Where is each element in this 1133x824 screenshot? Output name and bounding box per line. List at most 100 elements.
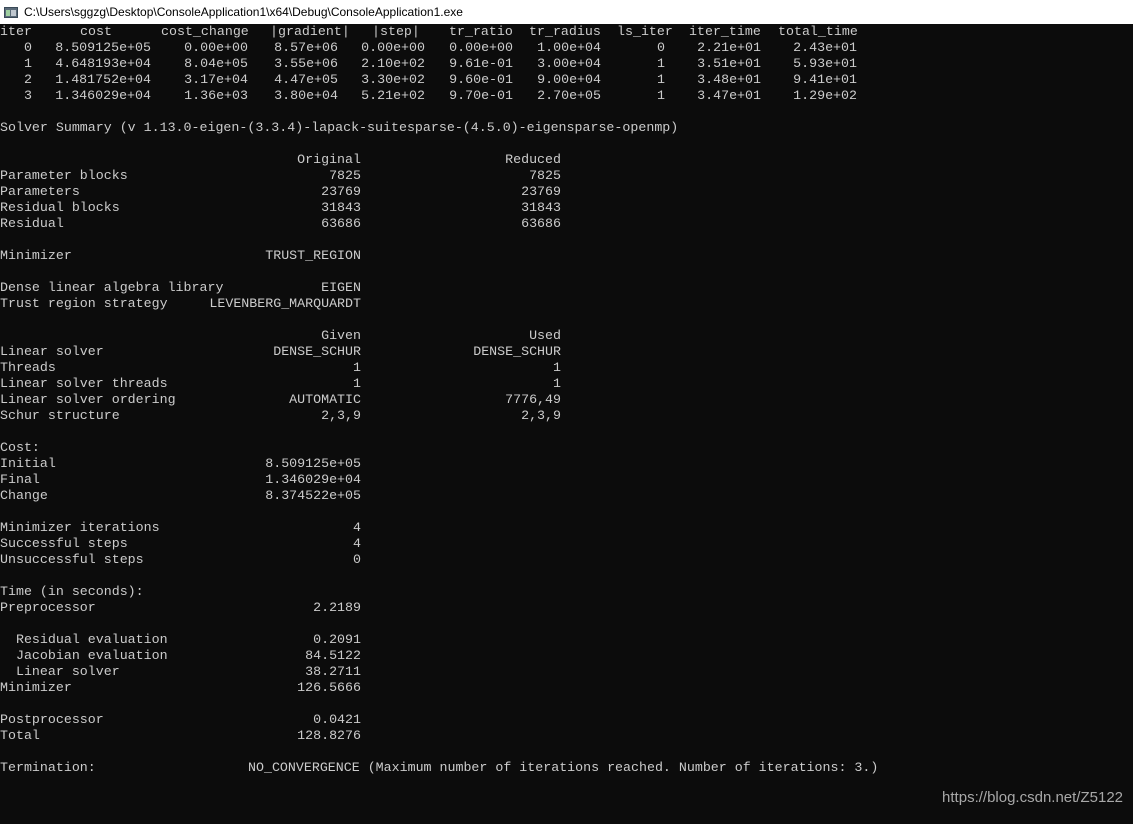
size-row-reduced: 63686 <box>521 216 561 231</box>
cell-ls-iter: 1 <box>657 72 665 87</box>
cell-gradient: 3.80e+04 <box>274 88 338 103</box>
header-cost-change: cost_change <box>161 24 249 39</box>
cell-iter: 3 <box>24 88 32 103</box>
header-iter: iter <box>0 24 32 39</box>
header-ls-iter: ls_iter <box>617 24 673 39</box>
preprocessor-label: Preprocessor <box>0 600 96 615</box>
iteration-summary-row-value: 0 <box>353 552 361 567</box>
solver-row-used: 2,3,9 <box>521 408 561 423</box>
solver-row-given: 1 <box>353 360 361 375</box>
dense-lib-value: EIGEN <box>321 280 361 295</box>
solver-row: Linear solver ordering AUTOMATIC 7776,49 <box>0 392 1133 408</box>
trust-strategy-row: Trust region strategy LEVENBERG_MARQUARD… <box>0 296 1133 312</box>
console-output[interactable]: iter cost cost_change |gradient| |step| … <box>0 24 1133 816</box>
termination-label: Termination: <box>0 760 96 775</box>
size-row-original: 23769 <box>321 184 361 199</box>
window-titlebar[interactable]: C:\Users\sggzg\Desktop\ConsoleApplicatio… <box>0 0 1133 24</box>
iteration-summary-row: Successful steps 4 <box>0 536 1133 552</box>
cell-cost-change: 8.04e+05 <box>184 56 248 71</box>
header-reduced: Reduced <box>505 152 561 167</box>
preprocessor-value: 2.2189 <box>313 600 361 615</box>
solver-row: Schur structure 2,3,9 2,3,9 <box>0 408 1133 424</box>
cell-tr-radius: 2.70e+05 <box>537 88 601 103</box>
cost-row-label: Change <box>0 488 48 503</box>
header-given: Given <box>321 328 361 343</box>
postprocessor-value: 0.0421 <box>313 712 361 727</box>
size-row-reduced: 7825 <box>529 168 561 183</box>
cell-tr-radius: 3.00e+04 <box>537 56 601 71</box>
time-sub-row-value: 0.2091 <box>313 632 361 647</box>
cell-iter-time: 3.48e+01 <box>697 72 761 87</box>
cell-tr-ratio: 9.61e-01 <box>449 56 513 71</box>
solver-row-used: 1 <box>553 376 561 391</box>
time-sub-row-value: 84.5122 <box>305 648 361 663</box>
cell-cost: 1.481752e+04 <box>55 72 151 87</box>
minimizer-row: Minimizer TRUST_REGION <box>0 248 1133 264</box>
solver-row-given: 2,3,9 <box>321 408 361 423</box>
header-original: Original <box>297 152 361 167</box>
solver-row-used: 7776,49 <box>505 392 561 407</box>
solver-row-label: Threads <box>0 360 56 375</box>
solver-row-label: Linear solver threads <box>0 376 168 391</box>
header-used: Used <box>529 328 561 343</box>
window-title: C:\Users\sggzg\Desktop\ConsoleApplicatio… <box>24 5 463 19</box>
cell-iter: 2 <box>24 72 32 87</box>
cell-total-time: 9.41e+01 <box>793 72 857 87</box>
solver-row-given: 1 <box>353 376 361 391</box>
minimizer-value: TRUST_REGION <box>265 248 361 263</box>
trust-strategy-label: Trust region strategy <box>0 296 168 311</box>
time-sub-row: Residual evaluation 0.2091 <box>0 632 1133 648</box>
cell-gradient: 4.47e+05 <box>274 72 338 87</box>
solver-row-label: Schur structure <box>0 408 120 423</box>
iteration-header-row: iter cost cost_change |gradient| |step| … <box>0 24 1133 40</box>
iteration-summary-row-value: 4 <box>353 520 361 535</box>
iteration-row: 2 1.481752e+04 3.17e+04 4.47e+05 3.30e+02 9.6… <box>0 72 1133 88</box>
cell-total-time: 2.43e+01 <box>793 40 857 55</box>
header-tr-radius: tr_radius <box>529 24 601 39</box>
cell-total-time: 1.29e+02 <box>793 88 857 103</box>
total-time-value: 128.8276 <box>297 728 361 743</box>
termination-row: Termination: NO_CONVERGENCE (Maximum num… <box>0 760 1133 776</box>
cell-iter: 0 <box>24 40 32 55</box>
cell-iter-time: 3.47e+01 <box>697 88 761 103</box>
time-heading: Time (in seconds): <box>0 584 144 599</box>
size-row-label: Residual <box>0 216 64 231</box>
cost-row: Initial 8.509125e+05 <box>0 456 1133 472</box>
iteration-row: 0 8.509125e+05 0.00e+00 8.57e+06 0.00e+00 0.0… <box>0 40 1133 56</box>
cell-cost-change: 0.00e+00 <box>184 40 248 55</box>
cell-gradient: 8.57e+06 <box>274 40 338 55</box>
time-sub-row-label: Jacobian evaluation <box>0 648 168 663</box>
size-row-label: Residual blocks <box>0 200 120 215</box>
time-sub-row-label: Residual evaluation <box>0 632 168 647</box>
solver-summary-title: Solver Summary (v 1.13.0-eigen-(3.3.4)-l… <box>0 120 679 135</box>
size-row: Parameters 23769 23769 <box>0 184 1133 200</box>
cell-gradient: 3.55e+06 <box>274 56 338 71</box>
iteration-row: 3 1.346029e+04 1.36e+03 3.80e+04 5.21e+02 9.7… <box>0 88 1133 104</box>
solver-row: Threads 1 1 <box>0 360 1133 376</box>
cost-heading: Cost: <box>0 440 40 455</box>
size-header-row: Original Reduced <box>0 152 1133 168</box>
time-minimizer-row: Minimizer 126.5666 <box>0 680 1133 696</box>
postprocessor-row: Postprocessor 0.0421 <box>0 712 1133 728</box>
cell-step: 2.10e+02 <box>361 56 425 71</box>
preprocessor-row: Preprocessor 2.2189 <box>0 600 1133 616</box>
cell-cost-change: 3.17e+04 <box>184 72 248 87</box>
dense-lib-row: Dense linear algebra library EIGEN <box>0 280 1133 296</box>
watermark-url: https://blog.csdn.net/Z5122 <box>942 789 1123 806</box>
header-total-time: total_time <box>778 24 858 39</box>
cell-step: 0.00e+00 <box>361 40 425 55</box>
cell-iter: 1 <box>24 56 32 71</box>
header-step: |step| <box>372 24 420 39</box>
cost-row-value: 8.374522e+05 <box>265 488 361 503</box>
cost-row-label: Initial <box>0 456 56 471</box>
iteration-summary-row: Unsuccessful steps 0 <box>0 552 1133 568</box>
cost-row-value: 8.509125e+05 <box>265 456 361 471</box>
cost-row: Final 1.346029e+04 <box>0 472 1133 488</box>
size-row-reduced: 31843 <box>521 200 561 215</box>
cell-ls-iter: 1 <box>657 56 665 71</box>
solver-row-used: DENSE_SCHUR <box>473 344 561 359</box>
time-sub-row-value: 38.2711 <box>305 664 361 679</box>
cell-cost-change: 1.36e+03 <box>184 88 248 103</box>
cost-row: Change 8.374522e+05 <box>0 488 1133 504</box>
iteration-summary-row-label: Unsuccessful steps <box>0 552 144 567</box>
